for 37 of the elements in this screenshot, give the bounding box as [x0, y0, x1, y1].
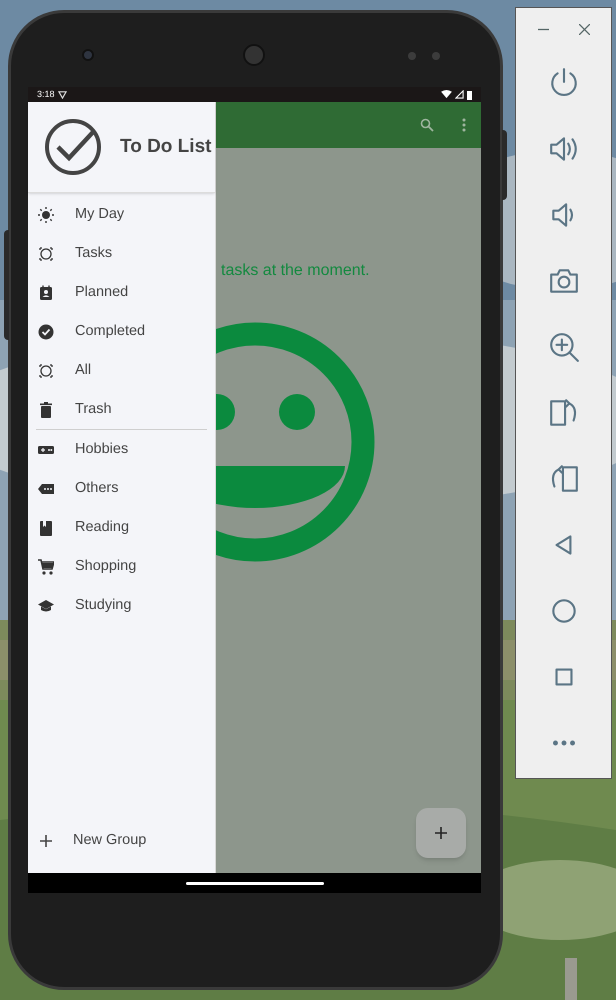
- more-options-icon[interactable]: [462, 118, 466, 132]
- home-handle[interactable]: [186, 882, 324, 884]
- battery-icon: [467, 90, 472, 100]
- wifi-icon: [441, 90, 452, 99]
- contact-calendar-icon: [38, 284, 54, 300]
- graduation-cap-icon: [38, 598, 54, 614]
- plus-icon: [435, 827, 447, 839]
- drawer-item[interactable]: Completed: [28, 312, 215, 351]
- drawer-item[interactable]: Studying: [28, 586, 215, 625]
- zoom-in-icon[interactable]: [548, 331, 580, 363]
- drawer-item[interactable]: Planned: [28, 273, 215, 312]
- check-circle-icon: [44, 118, 102, 176]
- search-icon[interactable]: [420, 118, 434, 132]
- drawer-item[interactable]: Reading: [28, 508, 215, 547]
- status-time: 3:18: [37, 90, 55, 99]
- empty-message: tasks at the moment.: [221, 261, 370, 281]
- drawer-item[interactable]: Hobbies: [28, 430, 215, 469]
- notification-icon: [58, 90, 67, 99]
- trash-icon: [38, 402, 54, 418]
- drawer-title: To Do List: [120, 134, 212, 159]
- new-group-button[interactable]: New Group: [28, 821, 215, 861]
- book-icon: [38, 520, 54, 536]
- cart-icon: [38, 558, 54, 574]
- drawer-item[interactable]: Trash: [28, 390, 215, 429]
- frame-icon: [38, 246, 54, 262]
- drawer-item[interactable]: My Day: [28, 195, 215, 234]
- plus-icon: [40, 835, 52, 847]
- frame-icon: [38, 362, 54, 378]
- signal-icon: [455, 90, 464, 99]
- close-icon[interactable]: [578, 24, 590, 35]
- drawer-item[interactable]: Others: [28, 469, 215, 508]
- drawer-item[interactable]: Tasks: [28, 234, 215, 273]
- check-circle-icon: [38, 324, 54, 340]
- drawer-item[interactable]: All: [28, 351, 215, 390]
- drawer-item[interactable]: Shopping: [28, 547, 215, 586]
- smiley-icon: [216, 322, 376, 564]
- sun-icon: [38, 206, 54, 222]
